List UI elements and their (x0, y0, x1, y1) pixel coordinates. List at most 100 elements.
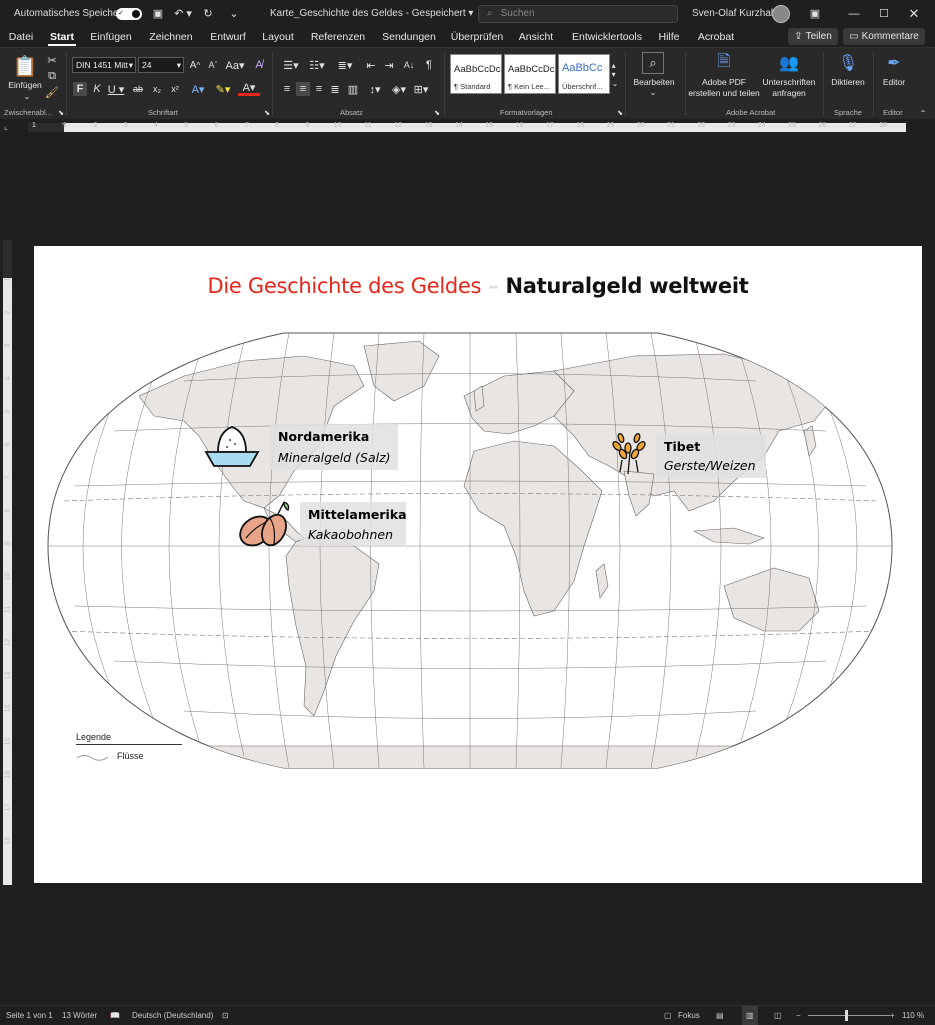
grow-font-icon[interactable]: A ^ (188, 57, 202, 73)
save-icon[interactable]: ▣ (150, 0, 166, 27)
zoom-slider[interactable] (808, 1006, 890, 1025)
copy-icon[interactable]: ⧉ (46, 70, 58, 82)
show-marks-icon[interactable]: ¶ (422, 57, 436, 73)
zoom-in-icon[interactable]: + (890, 1006, 895, 1025)
line-spacing-icon[interactable]: ↕▾ (364, 82, 386, 96)
tab-entwicklertools[interactable]: Entwicklertools (568, 27, 646, 47)
align-left-icon[interactable]: ≡ (280, 82, 294, 96)
page-count[interactable]: Seite 1 von 1 (6, 1006, 53, 1025)
tab-zeichnen[interactable]: Zeichnen (146, 27, 196, 47)
print-layout-icon[interactable]: ▥ (742, 1006, 758, 1025)
tab-einfuegen[interactable]: Einfügen (86, 27, 136, 47)
editor-icon[interactable]: ✒ (884, 52, 904, 74)
adobe-pdf-button[interactable]: Adobe PDF erstellen und teilen (686, 77, 762, 99)
shading-icon[interactable]: ◈▾ (388, 82, 410, 96)
dictate-button[interactable]: Diktieren (826, 77, 870, 88)
search-box[interactable]: ⌕ Suchen (478, 0, 678, 27)
document-title[interactable]: Karte_Geschichte des Geldes - Gespeicher… (270, 0, 473, 27)
undo-icon[interactable]: ↶ ▾ (172, 0, 194, 27)
document-page[interactable]: Die Geschichte des Geldes – Naturalgeld … (34, 246, 922, 883)
paragraph-launcher-icon[interactable]: ⬊ (433, 108, 441, 118)
tab-start[interactable]: Start (46, 27, 78, 47)
clear-formatting-icon[interactable]: A̸ (252, 57, 266, 73)
tab-referenzen[interactable]: Referenzen (308, 27, 368, 47)
close-icon[interactable]: ✕ (907, 0, 921, 27)
accessibility-icon[interactable]: ⊡ (222, 1006, 229, 1025)
tab-entwurf[interactable]: Entwurf (206, 27, 250, 47)
change-case-icon[interactable]: Aa▾ (226, 57, 245, 73)
align-right-icon[interactable]: ≡ (312, 82, 326, 96)
styles-scroll-icon[interactable]: ▴ ▾ ⌄ (610, 54, 620, 94)
style-no-spacing[interactable]: AaBbCcDc ¶ Kein Lee... (504, 54, 556, 94)
request-signatures-icon[interactable]: 👥 (778, 52, 800, 74)
read-mode-icon[interactable]: ▤ (716, 1006, 724, 1025)
tab-ansicht[interactable]: Ansicht (514, 27, 558, 47)
edit-button[interactable]: Bearbeiten (626, 77, 682, 88)
italic-icon[interactable]: K (91, 82, 103, 96)
edit-dropdown-icon[interactable]: ⌄ (648, 88, 658, 97)
minimize-icon[interactable]: — (847, 0, 861, 27)
sort-icon[interactable]: A↓ (402, 57, 416, 73)
justify-icon[interactable]: ≣ (328, 82, 342, 96)
avatar[interactable] (772, 0, 790, 27)
adobe-pdf-icon[interactable]: 🗎 (714, 52, 734, 74)
clipboard-launcher-icon[interactable]: ⬊ (57, 108, 65, 118)
borders-icon[interactable]: ⊞▾ (410, 82, 432, 96)
redo-icon[interactable]: ↻ (200, 0, 216, 27)
focus-button[interactable]: Fokus (678, 1006, 700, 1025)
customize-toolbar-icon[interactable]: ⌄ (228, 0, 240, 27)
horizontal-ruler[interactable]: ⌞ 1 1 2 3 4 5 6 7 8 9 10 11 12 13 14 15 16 17 18 19 20 21 22 23… (0, 119, 935, 135)
proofing-icon[interactable]: 📖 (110, 1006, 120, 1025)
find-icon[interactable]: ⌕ (642, 52, 664, 74)
strikethrough-icon[interactable]: ab (132, 82, 144, 96)
subscript-icon[interactable]: x₂ (150, 82, 164, 96)
tab-sendungen[interactable]: Sendungen (378, 27, 440, 47)
bullets-icon[interactable]: ☰▾ (280, 57, 302, 73)
language-indicator[interactable]: Deutsch (Deutschland) (132, 1006, 213, 1025)
editor-button[interactable]: Editor (874, 77, 914, 88)
comments-button[interactable]: ▭ Kommentare (843, 28, 925, 45)
multilevel-list-icon[interactable]: ≣▾ (334, 57, 356, 73)
increase-indent-icon[interactable]: ⇥ (382, 57, 396, 73)
format-painter-icon[interactable]: 🖌 (45, 86, 59, 99)
focus-icon[interactable]: ▢ (664, 1006, 672, 1025)
tab-acrobat[interactable]: Acrobat (692, 27, 740, 47)
autosave-toggle[interactable]: ✓ (116, 0, 142, 27)
align-center-icon[interactable]: ≡ (296, 82, 310, 96)
tab-datei[interactable]: Datei (4, 27, 38, 47)
tab-selector-icon[interactable]: ⌞ (4, 122, 14, 132)
ribbon-display-icon[interactable]: ▣ (808, 0, 822, 27)
word-count[interactable]: 13 Wörter (62, 1006, 97, 1025)
user-name[interactable]: Sven-Olaf Kurzhals (692, 0, 778, 27)
maximize-icon[interactable]: ☐ (877, 0, 891, 27)
font-launcher-icon[interactable]: ⬊ (263, 108, 271, 118)
web-layout-icon[interactable]: ◫ (774, 1006, 782, 1025)
highlight-icon[interactable]: ✎▾ (212, 82, 234, 96)
font-color-icon[interactable]: A▾ (238, 82, 260, 96)
superscript-icon[interactable]: x² (168, 82, 182, 96)
tab-layout[interactable]: Layout (258, 27, 298, 47)
tab-hilfe[interactable]: Hilfe (652, 27, 686, 47)
decrease-indent-icon[interactable]: ⇤ (364, 57, 378, 73)
font-size-field[interactable]: 24 ▾ (138, 57, 184, 73)
underline-icon[interactable]: U ▾ (106, 82, 126, 96)
style-heading[interactable]: AaBbCc Überschrif... (558, 54, 610, 94)
text-effects-icon[interactable]: A▾ (188, 82, 208, 96)
numbering-icon[interactable]: ☷▾ (306, 57, 328, 73)
paste-dropdown-icon[interactable]: ⌄ (22, 92, 32, 101)
paste-button[interactable]: Einfügen (6, 80, 44, 91)
style-standard[interactable]: AaBbCcDc ¶ Standard (450, 54, 502, 94)
styles-launcher-icon[interactable]: ⬊ (616, 108, 624, 118)
cut-icon[interactable]: ✂ (46, 54, 58, 67)
zoom-slider-thumb[interactable] (845, 1010, 848, 1021)
vertical-ruler[interactable]: 1 2 3 4 5 6 7 8 9 10 11 12 13 14 15 16 17 18 (0, 240, 14, 885)
microphone-icon[interactable]: 🎙 (838, 52, 858, 74)
columns-icon[interactable]: ▥ (346, 82, 360, 96)
clipboard-icon[interactable]: 📋 (12, 52, 38, 80)
zoom-level[interactable]: 110 % (902, 1006, 924, 1025)
tab-ueberpruefen[interactable]: Überprüfen (448, 27, 506, 47)
bold-icon[interactable]: F (73, 82, 87, 96)
font-name-field[interactable]: DIN 1451 Mitt ▾ (72, 57, 136, 73)
collapse-ribbon-icon[interactable]: ⌃ (918, 108, 928, 118)
share-button[interactable]: ⇪ Teilen (788, 28, 838, 45)
